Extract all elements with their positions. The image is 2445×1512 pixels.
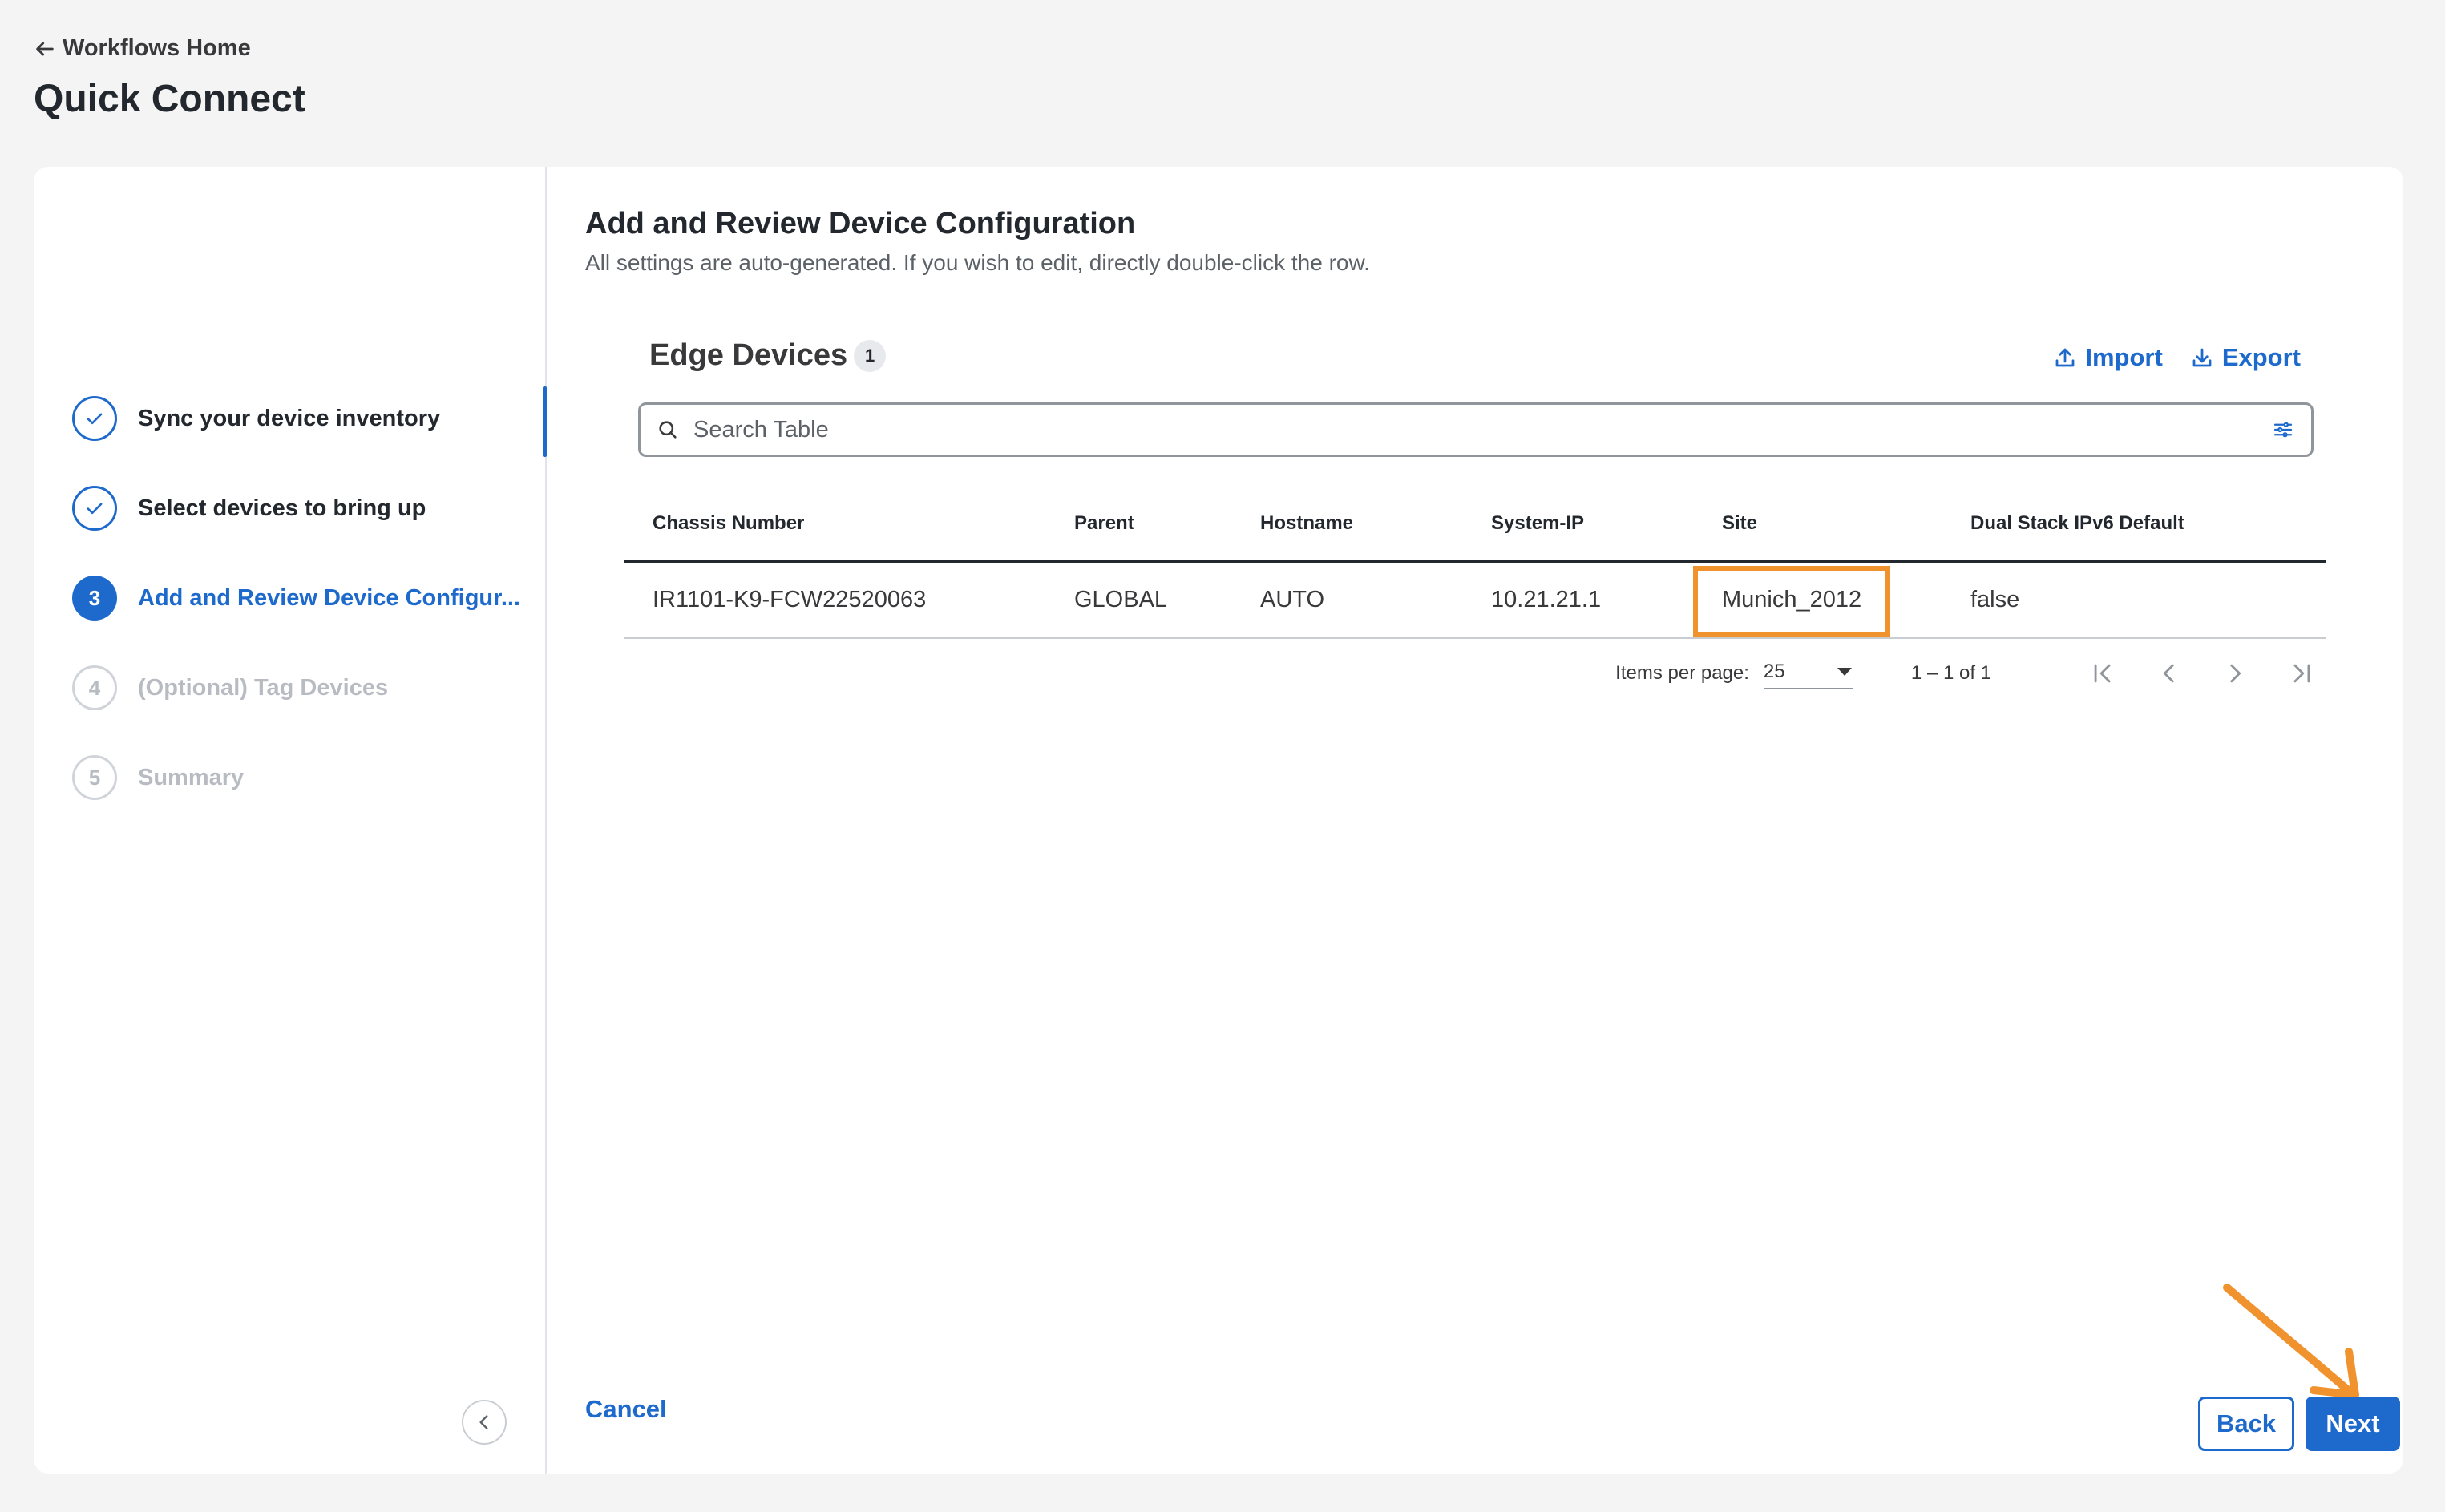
workflow-card: Sync your device inventory Select device… xyxy=(34,167,2403,1474)
annotation-arrow-icon xyxy=(2223,1284,2359,1399)
filter-settings-icon[interactable] xyxy=(2271,418,2295,442)
collapse-panel-button[interactable] xyxy=(462,1400,507,1445)
step-number: 5 xyxy=(72,755,117,800)
export-button[interactable]: Export xyxy=(2190,343,2301,372)
table-title: Edge Devices xyxy=(649,338,848,372)
cell-site[interactable]: Munich_2012 xyxy=(1693,561,1942,639)
cell-dual-stack[interactable]: false xyxy=(1942,561,2326,639)
next-button[interactable]: Next xyxy=(2306,1397,2400,1451)
back-button[interactable]: Back xyxy=(2198,1397,2294,1451)
cancel-button[interactable]: Cancel xyxy=(585,1395,667,1424)
column-header-site[interactable]: Site xyxy=(1693,487,1942,563)
step-label: Select devices to bring up xyxy=(138,495,426,521)
search-field[interactable] xyxy=(638,402,2314,457)
items-per-page-select[interactable]: 25 xyxy=(1763,657,1853,689)
first-page-button[interactable] xyxy=(2087,657,2120,689)
step-tag-devices: 4 (Optional) Tag Devices xyxy=(72,664,545,712)
step-label: Sync your device inventory xyxy=(138,405,441,431)
search-input[interactable] xyxy=(693,416,2271,443)
export-label: Export xyxy=(2221,343,2301,371)
page-title: Quick Connect xyxy=(34,78,305,120)
chevron-right-icon xyxy=(2230,664,2241,683)
step-add-review-config[interactable]: 3 Add and Review Device Configur... xyxy=(72,574,545,622)
cell-chassis-number[interactable]: IR1101-K9-FCW22520063 xyxy=(624,561,1045,639)
pagination: Items per page: 25 1 – 1 of 1 xyxy=(1615,657,2317,689)
first-page-icon xyxy=(2094,664,2111,683)
section-title: Add and Review Device Configuration xyxy=(585,207,1136,241)
step-label: Summary xyxy=(138,764,244,790)
table-header: Edge Devices 1 xyxy=(649,338,887,373)
main-panel: Add and Review Device Configuration All … xyxy=(547,167,2403,1474)
step-label: Add and Review Device Configur... xyxy=(138,584,520,611)
import-label: Import xyxy=(2085,343,2163,371)
step-number: 3 xyxy=(72,576,117,621)
table-row[interactable]: IR1101-K9-FCW22520063 GLOBAL AUTO 10.21.… xyxy=(624,561,2326,639)
back-link-label: Workflows Home xyxy=(63,35,251,61)
step-navigator: Sync your device inventory Select device… xyxy=(34,167,547,1474)
step-summary: 5 Summary xyxy=(72,754,545,802)
cell-parent[interactable]: GLOBAL xyxy=(1045,561,1231,639)
step-select-devices[interactable]: Select devices to bring up xyxy=(72,484,545,532)
last-page-icon xyxy=(2293,664,2310,683)
column-header-dual-stack[interactable]: Dual Stack IPv6 Default xyxy=(1942,487,2326,563)
table-actions: Import Export xyxy=(2053,343,2301,372)
table-header-row: Chassis Number Parent Hostname System-IP… xyxy=(624,487,2326,563)
cell-system-ip[interactable]: 10.21.21.1 xyxy=(1462,561,1693,639)
import-button[interactable]: Import xyxy=(2053,343,2163,372)
step-number: 4 xyxy=(72,665,117,710)
arrow-left-icon xyxy=(36,42,54,55)
search-icon xyxy=(659,421,677,439)
page-range: 1 – 1 of 1 xyxy=(1910,662,1991,684)
column-header-chassis-number[interactable]: Chassis Number xyxy=(624,487,1045,563)
column-header-parent[interactable]: Parent xyxy=(1045,487,1231,563)
cell-site-value: Munich_2012 xyxy=(1722,586,1862,612)
last-page-button[interactable] xyxy=(2285,657,2317,689)
items-per-page-value: 25 xyxy=(1763,661,1785,682)
count-badge: 1 xyxy=(854,339,887,372)
column-header-system-ip[interactable]: System-IP xyxy=(1462,487,1693,563)
section-subtitle: All settings are auto-generated. If you … xyxy=(585,250,1370,275)
edge-devices-table: Chassis Number Parent Hostname System-IP… xyxy=(624,487,2326,639)
step-check-icon xyxy=(72,396,117,441)
step-check-icon xyxy=(72,486,117,531)
column-header-hostname[interactable]: Hostname xyxy=(1231,487,1462,563)
next-page-button[interactable] xyxy=(2219,657,2251,689)
caret-down-icon xyxy=(1837,668,1852,676)
step-sync-inventory[interactable]: Sync your device inventory xyxy=(72,394,545,443)
workflows-home-link[interactable]: Workflows Home xyxy=(34,35,251,62)
items-per-page-label: Items per page: xyxy=(1615,662,1749,684)
cell-hostname[interactable]: AUTO xyxy=(1231,561,1462,639)
previous-page-button[interactable] xyxy=(2153,657,2185,689)
step-label: (Optional) Tag Devices xyxy=(138,674,389,701)
upload-icon xyxy=(2056,348,2075,367)
download-icon xyxy=(2192,348,2212,367)
chevron-left-icon xyxy=(479,1415,488,1429)
chevron-left-icon xyxy=(2163,664,2174,683)
